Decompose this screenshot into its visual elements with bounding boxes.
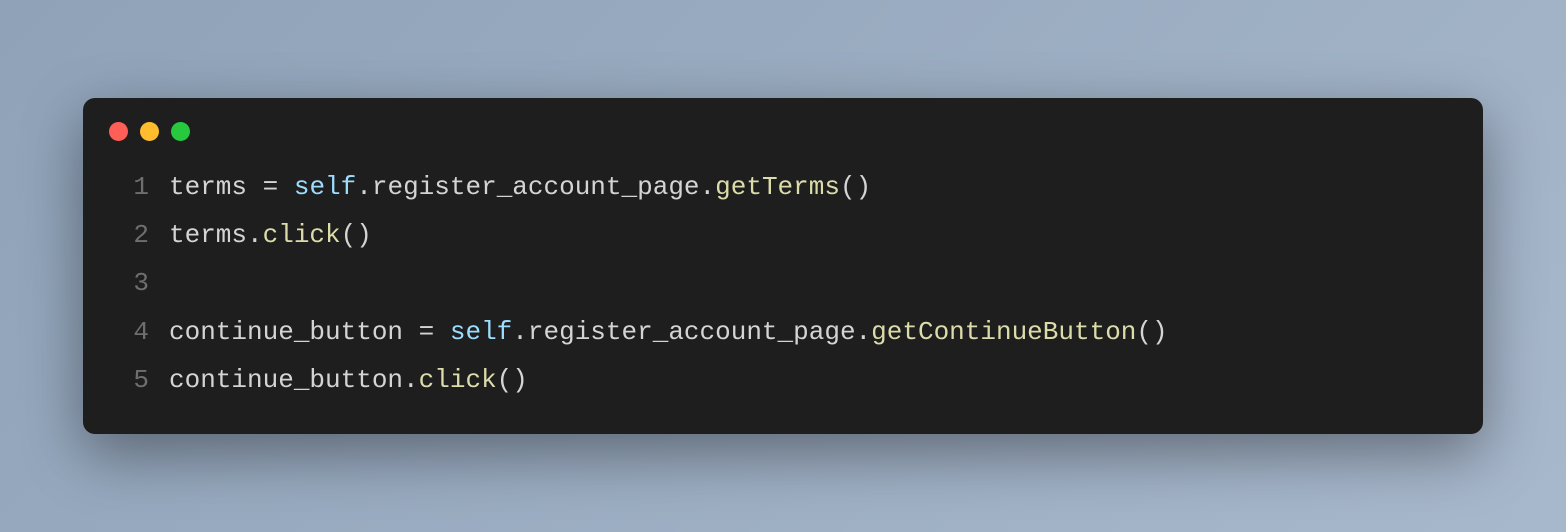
line-number: 1: [109, 163, 149, 211]
code-token: click: [263, 220, 341, 250]
line-content: terms.click(): [169, 211, 372, 259]
line-content: continue_button = self.register_account_…: [169, 308, 1168, 356]
minimize-icon[interactable]: [140, 122, 159, 141]
code-token: (): [840, 172, 871, 202]
line-number: 5: [109, 356, 149, 404]
code-token: =: [419, 317, 435, 347]
code-token: .: [403, 365, 419, 395]
line-number: 3: [109, 259, 149, 307]
code-token: (): [497, 365, 528, 395]
code-token: continue_button: [169, 317, 419, 347]
code-token: click: [419, 365, 497, 395]
code-token: (): [341, 220, 372, 250]
line-number: 4: [109, 308, 149, 356]
code-token: register_account_page: [528, 317, 856, 347]
code-token: getContinueButton: [871, 317, 1136, 347]
line-content: terms = self.register_account_page.getTe…: [169, 163, 871, 211]
code-block: 1terms = self.register_account_page.getT…: [83, 163, 1483, 403]
titlebar: [83, 122, 1483, 163]
code-token: [434, 317, 450, 347]
code-token: .: [856, 317, 872, 347]
code-token: (): [1136, 317, 1167, 347]
code-token: self: [294, 172, 356, 202]
code-token: getTerms: [715, 172, 840, 202]
code-token: terms: [169, 172, 263, 202]
code-window: 1terms = self.register_account_page.getT…: [83, 98, 1483, 433]
code-token: terms: [169, 220, 247, 250]
code-token: .: [700, 172, 716, 202]
code-token: =: [263, 172, 279, 202]
code-line: 5 continue_button.click(): [109, 356, 1457, 404]
code-token: .: [247, 220, 263, 250]
code-token: self: [450, 317, 512, 347]
code-token: continue_button: [169, 365, 403, 395]
code-line: 2 terms.click(): [109, 211, 1457, 259]
close-icon[interactable]: [109, 122, 128, 141]
code-token: .: [356, 172, 372, 202]
zoom-icon[interactable]: [171, 122, 190, 141]
line-content: continue_button.click(): [169, 356, 528, 404]
code-line: 3: [109, 259, 1457, 307]
line-number: 2: [109, 211, 149, 259]
code-token: .: [512, 317, 528, 347]
code-line: 1terms = self.register_account_page.getT…: [109, 163, 1457, 211]
code-token: [278, 172, 294, 202]
code-token: register_account_page: [372, 172, 700, 202]
code-line: 4 continue_button = self.register_account…: [109, 308, 1457, 356]
